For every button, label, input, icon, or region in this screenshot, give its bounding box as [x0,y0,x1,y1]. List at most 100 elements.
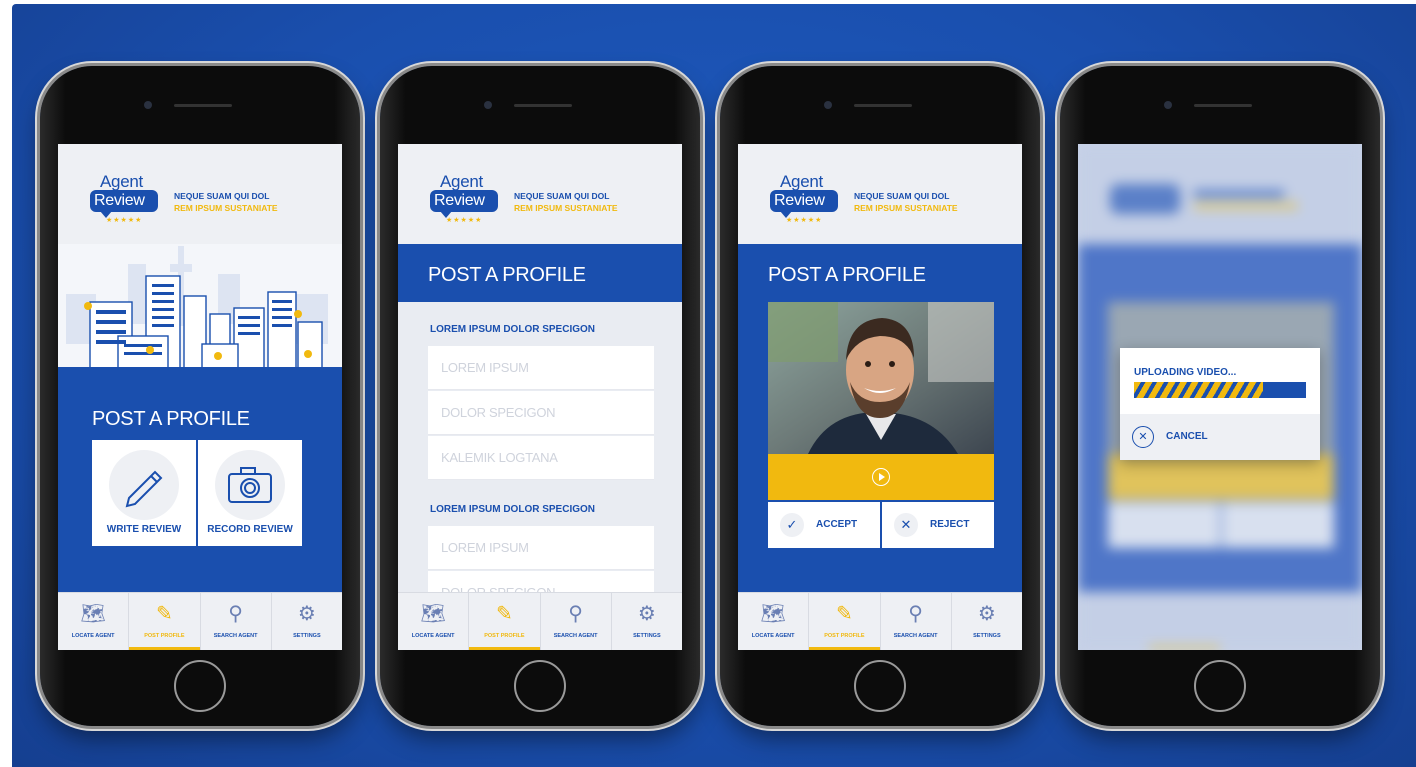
cancel-button[interactable]: ✕ CANCEL [1120,414,1320,460]
logo-word-agent: Agent [780,172,823,191]
showcase-background: Agent Review ★★★★★ NEQUE SUAM QUI DOL RE… [12,4,1416,767]
city-illustration [58,244,342,372]
map-icon: 🗺 [420,603,446,625]
write-review-button[interactable]: WRITE REVIEW [92,440,196,546]
phone-1: Agent Review ★★★★★ NEQUE SUAM QUI DOL RE… [40,66,360,726]
cancel-label: CANCEL [1166,431,1208,442]
page-title: POST A PROFILE [768,264,926,286]
nav-search-agent[interactable]: ⚲ SEARCH AGENT [881,593,952,650]
field-placeholder: DOLOR SPECIGON [441,405,556,420]
record-review-button[interactable]: RECORD REVIEW [198,440,302,546]
field-placeholder: LOREM IPSUM [441,360,529,375]
search-icon: ⚲ [908,603,923,625]
nav-label: SETTINGS [973,633,1001,639]
text-field[interactable]: LOREM IPSUM [428,526,654,570]
page-title: POST A PROFILE [428,264,586,286]
app-header: Agent Review ★★★★★ NEQUE SUAM QUI DOL RE… [398,144,682,244]
upload-status: UPLOADING VIDEO... [1134,367,1237,378]
tagline-line-1: NEQUE SUAM QUI DOL [514,191,610,201]
speaker [514,104,572,107]
tagline-line-1: NEQUE SUAM QUI DOL [174,191,270,201]
camera-icon [215,450,285,520]
speaker [854,104,912,107]
nav-label: SETTINGS [293,633,321,639]
nav-label: POST PROFILE [824,633,865,639]
play-icon[interactable] [872,468,890,486]
nav-post-profile[interactable]: ✎ POST PROFILE [469,593,541,650]
camera [484,101,492,109]
tagline-line-2: REM IPSUM SUSTANIATE [174,203,278,213]
search-icon: ⚲ [228,603,243,625]
logo-word-agent: Agent [440,172,483,191]
video-review-screen: Agent Review ★★★★★ NEQUE SUAM QUI DOL RE… [738,144,1022,650]
gear-icon: ⚙ [977,603,996,625]
nav-label: SEARCH AGENT [213,633,258,639]
nav-label: LOCATE AGENT [411,633,455,639]
nav-label: POST PROFILE [484,633,525,639]
logo-stars: ★★★★★ [106,217,143,224]
accept-button[interactable]: ✓ ACCEPT [768,502,880,548]
tagline-line-1: NEQUE SUAM QUI DOL [854,191,950,201]
bottom-nav: 🗺 LOCATE AGENT ✎ POST PROFILE ⚲ SEARCH AGEN… [58,592,342,650]
reject-button[interactable]: ✕ REJECT [882,502,994,548]
camera [144,101,152,109]
nav-label: SEARCH AGENT [553,633,598,639]
logo-word-agent: Agent [100,172,143,191]
phone-4: UPLOADING VIDEO... ✕ CANCEL [1060,66,1380,726]
text-field[interactable]: DOLOR SPECIGON [428,391,654,435]
page-title: POST A PROFILE [92,408,250,430]
home-button[interactable] [1194,660,1246,712]
nav-settings[interactable]: ⚙ SETTINGS [612,593,682,650]
nav-search-agent[interactable]: ⚲ SEARCH AGENT [201,593,272,650]
phone-3: Agent Review ★★★★★ NEQUE SUAM QUI DOL RE… [720,66,1040,726]
nav-post-profile[interactable]: ✎ POST PROFILE [809,593,881,650]
upload-progress-bar [1134,382,1306,398]
play-bar[interactable] [768,454,994,500]
nav-locate-agent[interactable]: 🗺 LOCATE AGENT [738,593,810,650]
section-label: LOREM IPSUM DOLOR SPECIGON [430,504,596,515]
map-icon: 🗺 [760,603,786,625]
logo-stars: ★★★★★ [446,217,483,224]
gear-icon: ⚙ [297,603,316,625]
home-button[interactable] [854,660,906,712]
nav-settings[interactable]: ⚙ SETTINGS [272,593,342,650]
tagline: NEQUE SUAM QUI DOL REM IPSUM SUSTANIATE [514,190,618,214]
post-profile-form-screen: Agent Review ★★★★★ NEQUE SUAM QUI DOL RE… [398,144,682,650]
pencil-ruler-icon: ✎ [155,603,173,625]
nav-label: LOCATE AGENT [71,633,115,639]
nav-settings[interactable]: ⚙ SETTINGS [952,593,1022,650]
pencil-ruler-icon: ✎ [835,603,853,625]
tagline-line-2: REM IPSUM SUSTANIATE [854,203,958,213]
field-placeholder: KALEMIK LOGTANA [441,450,558,465]
logo-word-review: Review [94,192,145,209]
pencil-ruler-icon: ✎ [495,603,513,625]
nav-post-profile[interactable]: ✎ POST PROFILE [129,593,201,650]
logo-stars: ★★★★★ [786,217,823,224]
pencil-icon [109,450,179,520]
text-field[interactable]: LOREM IPSUM [428,346,654,390]
logo-word-review: Review [774,192,825,209]
speaker [174,104,232,107]
upload-progress-fill [1134,382,1263,398]
upload-dialog: UPLOADING VIDEO... ✕ CANCEL [1120,348,1320,460]
text-field[interactable]: KALEMIK LOGTANA [428,436,654,480]
home-button[interactable] [514,660,566,712]
field-placeholder: LOREM IPSUM [441,540,529,555]
logo-word-review: Review [434,192,485,209]
check-icon: ✓ [780,513,804,537]
nav-search-agent[interactable]: ⚲ SEARCH AGENT [541,593,612,650]
app-header: Agent Review ★★★★★ NEQUE SUAM QUI DOL RE… [738,144,1022,244]
nav-locate-agent[interactable]: 🗺 LOCATE AGENT [398,593,470,650]
video-preview[interactable] [768,302,994,454]
gear-icon: ⚙ [637,603,656,625]
close-icon: ✕ [1132,426,1154,448]
home-button[interactable] [174,660,226,712]
home-screen: Agent Review ★★★★★ NEQUE SUAM QUI DOL RE… [58,144,342,650]
map-icon: 🗺 [80,603,106,625]
tagline: NEQUE SUAM QUI DOL REM IPSUM SUSTANIATE [854,190,958,214]
section-label: LOREM IPSUM DOLOR SPECIGON [430,324,596,335]
agent-review-logo: Agent Review ★★★★★ [770,172,842,226]
tagline-line-2: REM IPSUM SUSTANIATE [514,203,618,213]
reject-label: REJECT [930,519,970,530]
nav-locate-agent[interactable]: 🗺 LOCATE AGENT [58,593,130,650]
